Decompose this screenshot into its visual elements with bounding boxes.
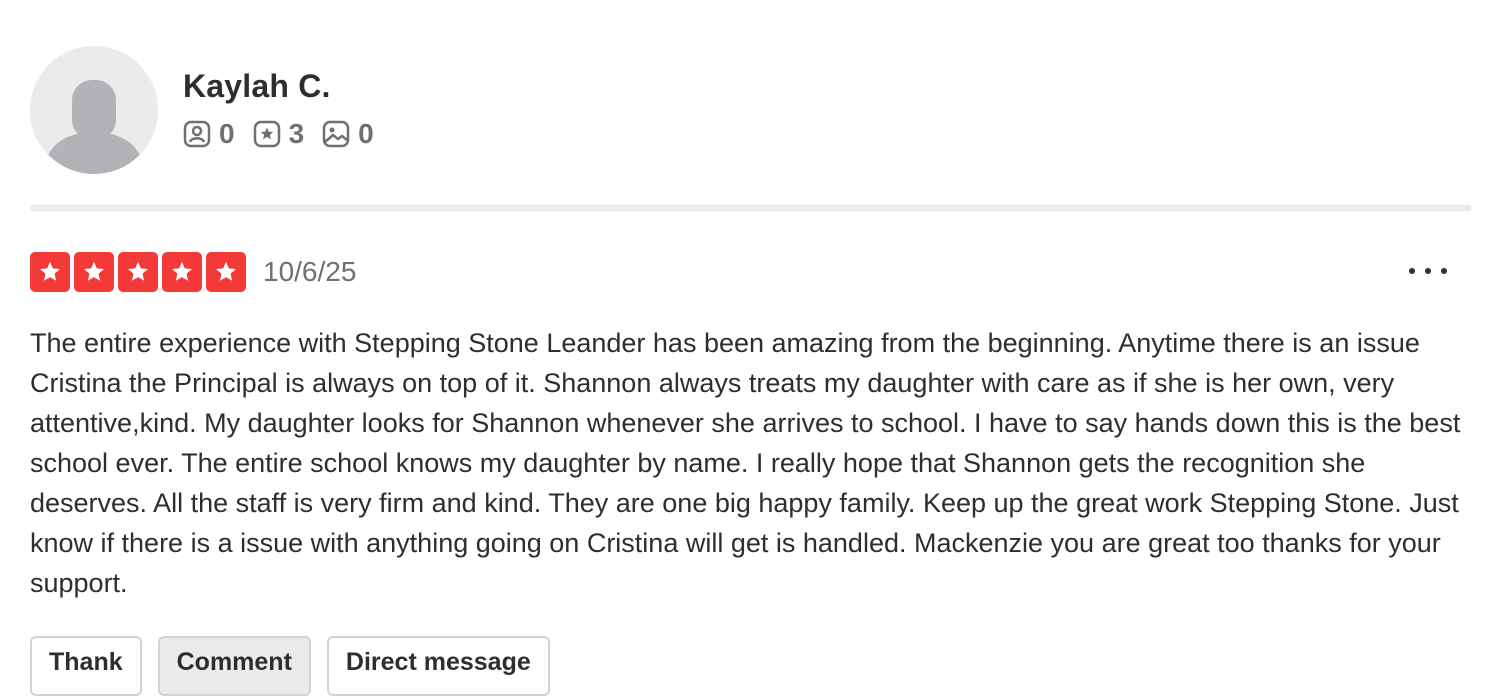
user-name[interactable]: Kaylah C. (183, 66, 392, 106)
user-info: Kaylah C. 0 3 0 (183, 46, 392, 150)
friends-count: 0 (219, 118, 235, 149)
reviews-icon (253, 120, 281, 148)
photos-icon (322, 120, 350, 148)
star-icon (162, 252, 202, 292)
comment-button[interactable]: Comment (157, 636, 311, 696)
more-options-icon[interactable] (1403, 256, 1453, 286)
stat-friends: 0 (183, 118, 235, 150)
review-meta: 10/6/25 (30, 252, 356, 292)
photos-count: 0 (358, 118, 374, 149)
thank-button[interactable]: Thank (30, 636, 142, 696)
user-header: Kaylah C. 0 3 0 (30, 46, 392, 174)
review-text: The entire experience with Stepping Ston… (30, 328, 1461, 598)
star-icon (118, 252, 158, 292)
default-user-icon (30, 46, 158, 174)
user-stats: 0 3 0 (183, 118, 392, 150)
star-icon (74, 252, 114, 292)
reviews-count: 3 (288, 118, 305, 149)
avatar[interactable] (30, 46, 158, 174)
review-actions: Thank Comment Direct message (30, 636, 566, 696)
star-icon (30, 252, 70, 292)
friends-icon (183, 120, 211, 148)
stat-photos: 0 (322, 118, 374, 150)
stat-reviews: 3 (253, 118, 305, 150)
star-rating (30, 252, 250, 292)
star-icon (206, 252, 246, 292)
direct-message-button[interactable]: Direct message (326, 636, 550, 696)
section-divider (30, 205, 1471, 211)
review-date: 10/6/25 (263, 256, 357, 287)
